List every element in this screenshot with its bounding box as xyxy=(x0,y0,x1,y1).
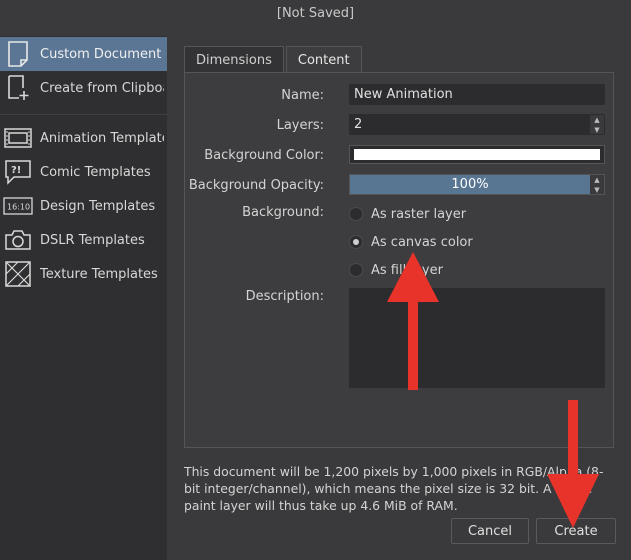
background-opacity-label: Background Opacity: xyxy=(188,178,324,193)
sidebar-item-texture-templates[interactable]: Texture Templates xyxy=(0,257,167,291)
sidebar-item-label: DSLR Templates xyxy=(40,232,145,248)
sidebar-item-label: Texture Templates xyxy=(40,266,158,282)
tab-dimensions[interactable]: Dimensions xyxy=(184,46,284,73)
animation-icon xyxy=(3,123,33,153)
layers-value: 2 xyxy=(354,117,363,132)
radio-label: As canvas color xyxy=(371,234,473,250)
name-label: Name: xyxy=(281,88,324,103)
radio-label: As fill layer xyxy=(371,262,443,278)
sidebar-item-animation-templates[interactable]: Animation Templates xyxy=(0,121,167,155)
description-label: Description: xyxy=(245,289,324,304)
layers-label: Layers: xyxy=(276,118,324,133)
background-label: Background: xyxy=(242,205,324,220)
opacity-spin-buttons[interactable]: ▲ ▼ xyxy=(590,175,604,194)
sidebar-item-label: Create from Clipboard xyxy=(40,80,164,96)
sidebar-item-create-from-clipboard[interactable]: Create from Clipboard xyxy=(0,71,167,105)
radio-label: As raster layer xyxy=(371,206,467,222)
sidebar-item-design-templates[interactable]: 16:10 Design Templates xyxy=(0,189,167,223)
spin-down-icon[interactable]: ▼ xyxy=(590,125,604,135)
cancel-button[interactable]: Cancel xyxy=(451,518,529,544)
layers-spinbox[interactable]: 2 ▲ ▼ xyxy=(349,114,605,135)
sidebar-item-label: Design Templates xyxy=(40,198,156,214)
radio-fill-layer[interactable]: As fill layer xyxy=(349,261,443,279)
layers-spin-buttons[interactable]: ▲ ▼ xyxy=(590,115,604,134)
sidebar-item-comic-templates[interactable]: ?! Comic Templates xyxy=(0,155,167,189)
template-sidebar: Custom Document Create from Clipboard An… xyxy=(0,36,167,560)
radio-dot[interactable] xyxy=(349,207,363,221)
opacity-value: 100% xyxy=(451,177,489,192)
radio-raster-layer[interactable]: As raster layer xyxy=(349,205,466,223)
document-info-text: This document will be 1,200 pixels by 1,… xyxy=(184,464,604,513)
camera-icon xyxy=(3,225,33,255)
svg-text:?!: ?! xyxy=(11,165,21,176)
spin-down-icon[interactable]: ▼ xyxy=(590,185,604,195)
sidebar-item-label: Comic Templates xyxy=(40,164,151,180)
background-color-swatch xyxy=(354,149,600,160)
sidebar-item-dslr-templates[interactable]: DSLR Templates xyxy=(0,223,167,257)
background-color-label: Background Color: xyxy=(204,148,324,163)
comic-icon: ?! xyxy=(3,157,33,187)
texture-icon xyxy=(3,259,33,289)
spin-up-icon[interactable]: ▲ xyxy=(590,115,604,125)
new-document-dialog: [Not Saved] Custom Document Create from … xyxy=(0,0,631,560)
sidebar-divider xyxy=(0,114,167,115)
sidebar-item-custom-document[interactable]: Custom Document xyxy=(0,37,167,71)
create-button[interactable]: Create xyxy=(536,518,616,544)
design-icon-text: 16:10 xyxy=(7,203,30,212)
spin-up-icon[interactable]: ▲ xyxy=(590,175,604,185)
background-opacity-slider[interactable]: 100% ▲ ▼ xyxy=(349,174,605,195)
radio-canvas-color[interactable]: As canvas color xyxy=(349,233,473,251)
radio-dot[interactable] xyxy=(349,235,363,249)
description-textarea[interactable] xyxy=(349,288,605,388)
content-panel: Name: New Animation Layers: 2 ▲ ▼ Backgr… xyxy=(184,72,614,448)
radio-dot[interactable] xyxy=(349,263,363,277)
document-icon xyxy=(3,39,33,69)
sidebar-item-label: Custom Document xyxy=(40,46,162,62)
background-color-picker[interactable] xyxy=(349,145,605,164)
sidebar-item-label: Animation Templates xyxy=(40,130,164,146)
tab-content[interactable]: Content xyxy=(285,46,362,74)
clipboard-icon xyxy=(3,73,33,103)
name-field[interactable]: New Animation xyxy=(349,84,605,105)
design-icon: 16:10 xyxy=(3,191,33,221)
name-value: New Animation xyxy=(354,87,453,102)
window-title: [Not Saved] xyxy=(276,5,355,21)
tab-bar: Dimensions Content xyxy=(184,46,364,74)
